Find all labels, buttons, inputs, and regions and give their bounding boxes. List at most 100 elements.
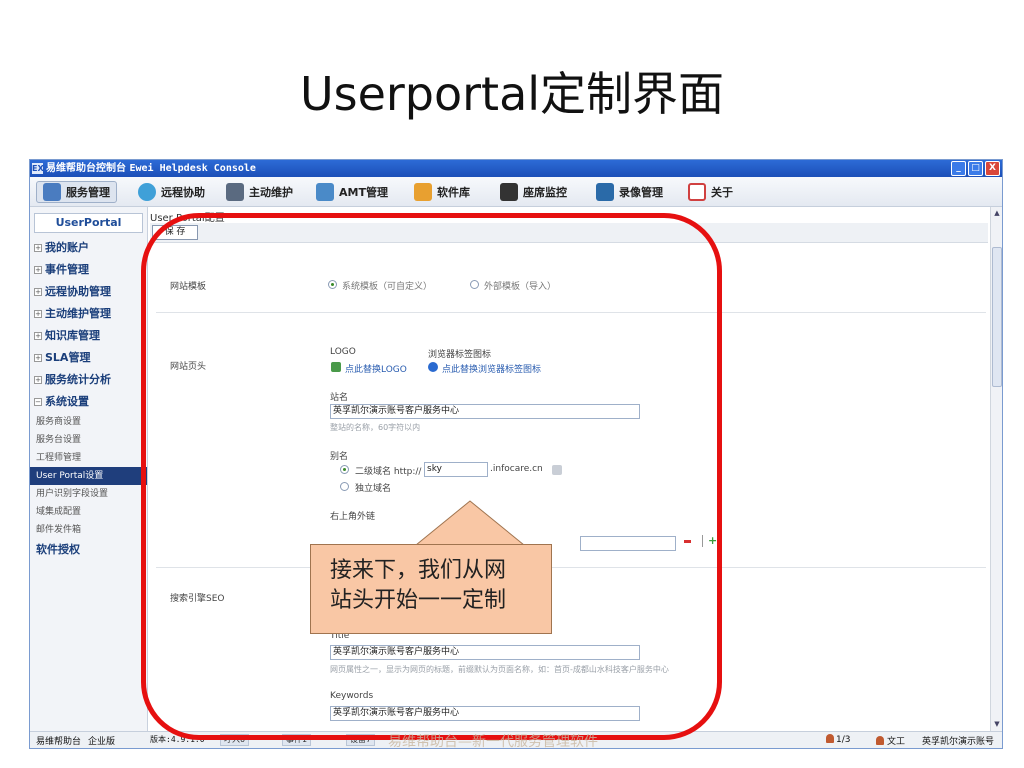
remote-assist-icon [138, 183, 156, 201]
page-count-text: 1/3 [836, 735, 851, 745]
scroll-up-icon[interactable]: ▲ [992, 208, 1002, 218]
maximize-button[interactable]: □ [968, 161, 983, 176]
toolbar: 保 存 [150, 223, 988, 243]
sidebar-header[interactable]: UserPortal [34, 213, 143, 233]
site-name-input[interactable]: 英孚凯尔演示账号客户服务中心 [330, 404, 640, 419]
globe-icon [428, 362, 438, 372]
seo-title-input[interactable]: 英孚凯尔演示账号客户服务中心 [330, 645, 640, 660]
menu-amt[interactable]: AMT管理 [316, 181, 388, 203]
status-devices[interactable]: 设备7 [346, 734, 376, 746]
maintenance-icon [226, 183, 244, 201]
expand-icon: + [34, 332, 42, 340]
seo-title-label: Title [330, 631, 350, 641]
sidebar-sub-user-fields[interactable]: 用户识别字段设置 [30, 485, 147, 503]
sidebar-sub-userportal[interactable]: User Portal设置 [30, 467, 147, 485]
divider [156, 567, 986, 568]
about-icon [688, 183, 706, 201]
add-link-icon[interactable]: + [708, 535, 717, 546]
sidebar-item-sla[interactable]: + SLA管理 [30, 347, 147, 369]
sidebar-item-license[interactable]: 软件授权 [30, 539, 147, 561]
scroll-down-icon[interactable]: ▼ [992, 719, 1002, 729]
status-account: 英孚凯尔演示账号 [922, 737, 995, 747]
vertical-scrollbar[interactable]: ▲ ▼ [990, 207, 1002, 731]
page-title: User Portal配置 [150, 213, 225, 224]
sidebar-item-label: 服务统计分析 [45, 373, 111, 386]
top-right-link-label: 右上角外链 [330, 512, 376, 522]
agent-monitor-icon [500, 183, 518, 201]
scroll-thumb[interactable] [992, 247, 1002, 387]
replace-favicon-link[interactable]: 点此替换浏览器标签图标 [442, 362, 541, 375]
replace-logo-link[interactable]: 点此替换LOGO [345, 362, 407, 375]
menu-service-management[interactable]: 服务管理 [36, 181, 117, 203]
expand-icon: + [34, 266, 42, 274]
radio-system-template[interactable] [328, 280, 337, 289]
user-icon [826, 734, 834, 743]
sidebar-item-system-settings[interactable]: − 系统设置 [30, 391, 147, 413]
sidebar-sub-engineers[interactable]: 工程师管理 [30, 449, 147, 467]
sidebar-sub-domain[interactable]: 域集成配置 [30, 503, 147, 521]
collapse-icon: − [34, 398, 42, 406]
sidebar-item-knowledge[interactable]: + 知识库管理 [30, 325, 147, 347]
subdomain-label: 二级域名 http:// [355, 467, 422, 477]
keywords-label: Keywords [330, 691, 374, 701]
menu-recording[interactable]: 录像管理 [596, 181, 663, 203]
user-name: 文工 [887, 737, 906, 747]
main-menu: 服务管理 远程协助 主动维护 AMT管理 软件库 座席监控 录像管理 关于 [30, 177, 1002, 207]
sidebar-item-maintenance[interactable]: + 主动维护管理 [30, 303, 147, 325]
status-app-name: 易维帮助台 [36, 737, 82, 747]
seo-label: 搜索引擎SEO [170, 594, 225, 604]
subdomain-input[interactable]: sky [424, 462, 488, 477]
helpdesk-console-window: EX 易维帮助台控制台 Ewei Helpdesk Console _ □ X … [29, 159, 1003, 749]
status-user: 文工 [876, 734, 905, 747]
sidebar: UserPortal + 我的账户 + 事件管理 + 远程协助管理 + 主动维护管理 +… [30, 207, 148, 731]
menu-agent-monitor[interactable]: 座席监控 [500, 181, 567, 203]
sidebar-sub-mailbox[interactable]: 邮件发件箱 [30, 521, 147, 539]
menu-label: 软件库 [437, 186, 470, 199]
menu-about[interactable]: 关于 [688, 181, 733, 203]
expand-icon: + [34, 244, 42, 252]
menu-maintenance[interactable]: 主动维护 [226, 181, 293, 203]
window-title-en: Ewei Helpdesk Console [129, 163, 256, 174]
help-icon[interactable] [552, 465, 562, 475]
amt-icon [316, 183, 334, 201]
menu-label: 服务管理 [66, 186, 110, 199]
divider [156, 312, 986, 313]
sidebar-item-label: SLA管理 [45, 351, 91, 364]
menu-label: 座席监控 [523, 186, 567, 199]
status-version: 版本:4.9.1.0 [150, 735, 205, 744]
menu-remote-assist[interactable]: 远程协助 [138, 181, 205, 203]
radio-subdomain[interactable] [340, 465, 349, 474]
menu-label: 关于 [711, 186, 733, 199]
window-title: 易维帮助台控制台 [46, 163, 130, 174]
radio-external-template[interactable] [470, 280, 479, 289]
status-edition-link[interactable]: 企业版 [88, 734, 115, 747]
sidebar-item-label: 我的账户 [45, 241, 89, 254]
close-button[interactable]: X [985, 161, 1000, 176]
seo-title-hint: 网页属性之一，显示为网页的标题，前缀默认为页面名称，如：首页-成都山水科技客户服… [330, 665, 669, 674]
expand-icon: + [34, 310, 42, 318]
sidebar-item-remote-assist[interactable]: + 远程协助管理 [30, 281, 147, 303]
remove-link-icon[interactable] [684, 540, 691, 543]
main-content: User Portal配置 保 存 网站模板 系统模板（可自定义） 外部模板（导… [150, 207, 990, 731]
sidebar-item-label: 知识库管理 [45, 329, 100, 342]
sidebar-item-label: 事件管理 [45, 263, 89, 276]
sidebar-sub-provider[interactable]: 服务商设置 [30, 413, 147, 431]
top-right-link-input[interactable] [580, 536, 676, 551]
sidebar-sub-desk[interactable]: 服务台设置 [30, 431, 147, 449]
user-icon [876, 736, 884, 745]
radio-independent-domain[interactable] [340, 482, 349, 491]
menu-label: 主动维护 [249, 186, 293, 199]
status-incoming[interactable]: 呼入0 [220, 734, 250, 746]
status-events[interactable]: 事件1 [282, 734, 312, 746]
sidebar-item-account[interactable]: + 我的账户 [30, 237, 147, 259]
menu-label: 远程协助 [161, 186, 205, 199]
keywords-input[interactable]: 英孚凯尔演示账号客户服务中心 [330, 706, 640, 721]
menu-software-library[interactable]: 软件库 [414, 181, 470, 203]
status-page-count: 1/3 [826, 734, 850, 745]
save-button[interactable]: 保 存 [152, 225, 198, 240]
slide-title: Userportal定制界面 [299, 67, 725, 121]
service-management-icon [43, 183, 61, 201]
sidebar-item-statistics[interactable]: + 服务统计分析 [30, 369, 147, 391]
minimize-button[interactable]: _ [951, 161, 966, 176]
sidebar-item-events[interactable]: + 事件管理 [30, 259, 147, 281]
